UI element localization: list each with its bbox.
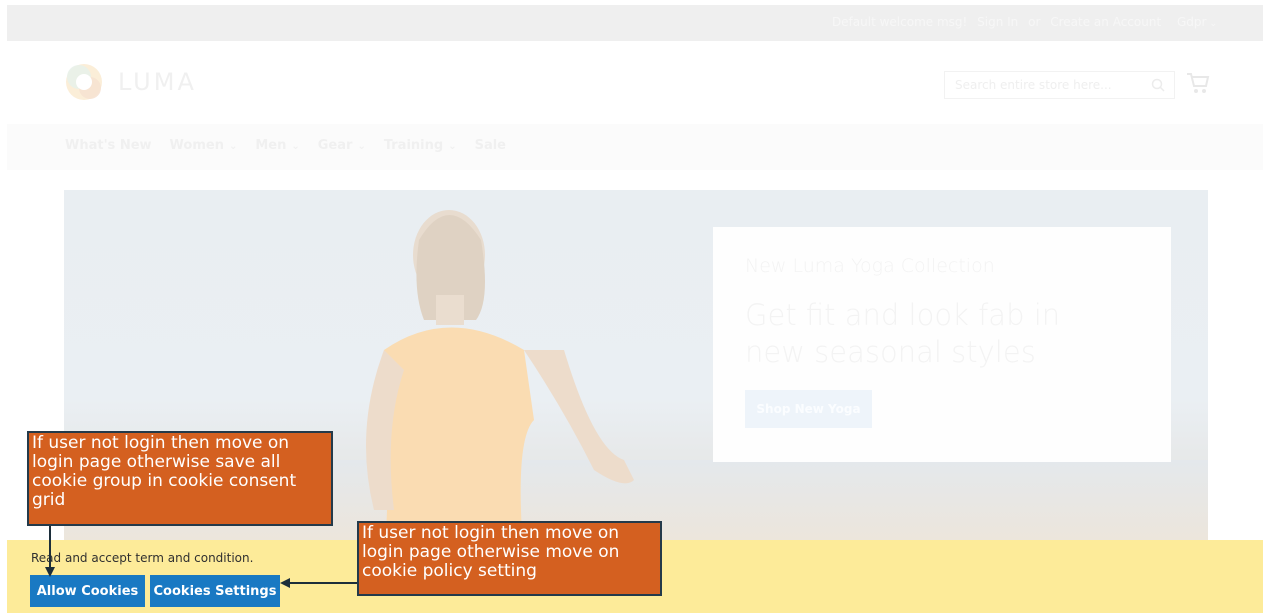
- annotation-cookies-settings: If user not login then move on login pag…: [357, 521, 662, 596]
- nav-item-training[interactable]: Training ⌄: [384, 138, 457, 153]
- chevron-down-icon: ⌄: [228, 141, 238, 152]
- header-links: Default welcome msg! Sign In or Create a…: [826, 15, 1217, 29]
- cookie-message: Read and accept term and condition.: [31, 551, 254, 565]
- chevron-down-icon: ⌄: [1209, 19, 1217, 29]
- gdpr-menu[interactable]: Gdpr ⌄: [1171, 15, 1217, 29]
- search-input[interactable]: [945, 72, 1145, 98]
- luma-logo-icon: [66, 64, 102, 100]
- chevron-down-icon: ⌄: [357, 141, 366, 152]
- shop-new-yoga-button[interactable]: Shop New Yoga: [745, 390, 872, 428]
- promo-headline: Get fit and look fab in new seasonal sty…: [745, 298, 1061, 369]
- main-navigation: What's New Women ⌄ Men ⌄ Gear ⌄ Training ⌄ S…: [7, 124, 1263, 170]
- sign-in-link[interactable]: Sign In: [977, 15, 1018, 29]
- chevron-down-icon: ⌄: [291, 141, 300, 152]
- gdpr-label: Gdpr: [1176, 15, 1207, 29]
- allow-cookies-button[interactable]: Allow Cookies: [30, 575, 145, 607]
- create-account-link[interactable]: Create an Account: [1050, 15, 1161, 29]
- nav-item-men[interactable]: Men ⌄: [255, 138, 299, 153]
- nav-item-gear[interactable]: Gear ⌄: [318, 138, 366, 153]
- cookies-settings-button[interactable]: Cookies Settings: [150, 575, 280, 607]
- cart-icon[interactable]: [1186, 72, 1210, 94]
- search-icon[interactable]: [1150, 77, 1166, 93]
- nav-item-whats-new[interactable]: What's New: [65, 138, 152, 153]
- welcome-message: Default welcome msg!: [831, 15, 968, 29]
- search-box: [944, 71, 1175, 99]
- annotation-allow-cookies: If user not login then move on login pag…: [27, 431, 333, 526]
- brand-name: LUMA: [118, 68, 197, 96]
- nav-item-women[interactable]: Women ⌄: [170, 138, 238, 153]
- yoga-model-image: [366, 210, 634, 540]
- chevron-down-icon: ⌄: [448, 141, 457, 152]
- header-top-bar: Default welcome msg! Sign In or Create a…: [7, 5, 1263, 41]
- or-text: or: [1028, 15, 1041, 29]
- promo-subtitle: New Luma Yoga Collection: [745, 255, 995, 277]
- nav-item-sale[interactable]: Sale: [475, 138, 506, 153]
- brand-logo[interactable]: LUMA: [64, 62, 244, 102]
- promo-block: New Luma Yoga Collection Get fit and loo…: [713, 227, 1171, 462]
